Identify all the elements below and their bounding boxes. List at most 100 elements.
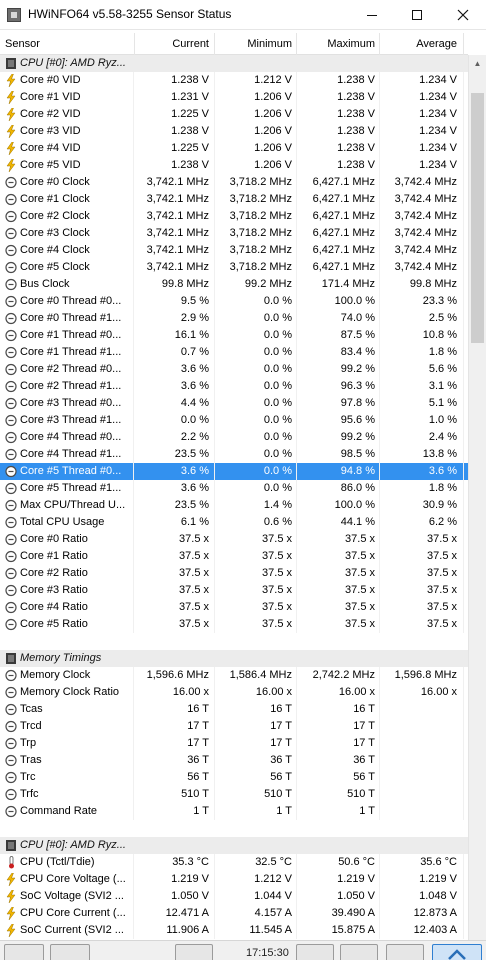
table-row[interactable]: Core #0 Ratio 37.5 x 37.5 x 37.5 x 37.5 x: [0, 531, 468, 548]
maximum-value: 94.8 %: [297, 463, 380, 480]
table-row[interactable]: Core #2 Ratio 37.5 x 37.5 x 37.5 x 37.5 x: [0, 565, 468, 582]
minimum-value: 1,586.4 MHz: [215, 667, 297, 684]
current-value: 3,742.1 MHz: [135, 208, 215, 225]
maximize-button[interactable]: [394, 0, 440, 30]
table-row[interactable]: Trc 56 T 56 T 56 T: [0, 769, 468, 786]
table-row[interactable]: Core #5 Ratio 37.5 x 37.5 x 37.5 x 37.5 x: [0, 616, 468, 633]
table-row[interactable]: Core #4 Thread #0... 2.2 % 0.0 % 99.2 % 2.4 …: [0, 429, 468, 446]
table-row[interactable]: Core #3 Clock 3,742.1 MHz 3,718.2 MHz 6,427…: [0, 225, 468, 242]
report-button[interactable]: [340, 944, 378, 960]
table-row[interactable]: Tras 36 T 36 T 36 T: [0, 752, 468, 769]
table-row[interactable]: Core #0 Thread #1... 2.9 % 0.0 % 74.0 % 2.5 …: [0, 310, 468, 327]
sensor-name: Core #2 Thread #0...: [20, 361, 134, 378]
current-value: 3.6 %: [135, 480, 215, 497]
maximum-value: 44.1 %: [297, 514, 380, 531]
current-value: 17 T: [135, 735, 215, 752]
sensor-name: Core #0 Clock: [20, 174, 134, 191]
average-value: 30.9 %: [380, 497, 464, 514]
network-button[interactable]: [175, 944, 213, 960]
table-row[interactable]: Core #3 Thread #0... 4.4 % 0.0 % 97.8 % 5.1 …: [0, 395, 468, 412]
close-sensors-button[interactable]: [432, 944, 482, 960]
scroll-up-arrow-icon[interactable]: ▲: [469, 55, 486, 72]
table-row[interactable]: Memory Clock Ratio 16.00 x 16.00 x 16.00 x1…: [0, 684, 468, 701]
clock-icon: [5, 567, 17, 580]
table-row[interactable]: Core #4 Thread #1... 23.5 % 0.0 % 98.5 % 13.…: [0, 446, 468, 463]
table-row[interactable]: Core #5 Thread #1... 3.6 % 0.0 % 86.0 % 1.8 …: [0, 480, 468, 497]
sensor-name: Core #1 Thread #0...: [20, 327, 134, 344]
table-row[interactable]: Command Rate 1 T1 T1 T: [0, 803, 468, 820]
table-row[interactable]: Core #1 Thread #1... 0.7 % 0.0 % 83.4 % 1.8 …: [0, 344, 468, 361]
sensor-name: Core #5 Thread #1...: [20, 480, 134, 497]
table-row-selected[interactable]: Core #5 Thread #0... 3.6 % 0.0 % 94.8 % 3.6 …: [0, 463, 468, 480]
average-value: 37.5 x: [380, 531, 464, 548]
minimum-value: 1.044 V: [215, 888, 297, 905]
table-row[interactable]: Core #5 Clock 3,742.1 MHz 3,718.2 MHz 6,427…: [0, 259, 468, 276]
average-value: 3.1 %: [380, 378, 464, 395]
sensor-group-header[interactable]: CPU [#0]: AMD Ryz...: [0, 837, 468, 854]
table-row[interactable]: SoC Current (SVI2 ... 11.906 A 11.545 A 15.…: [0, 922, 468, 939]
close-window-button[interactable]: [440, 0, 486, 30]
minimum-value: 1.4 %: [215, 497, 297, 514]
table-row[interactable]: Trcd 17 T 17 T 17 T: [0, 718, 468, 735]
maximum-value: 15.875 A: [297, 922, 380, 939]
sensor-name: Core #4 Thread #1...: [20, 446, 134, 463]
minimum-value: 11.545 A: [215, 922, 297, 939]
clock-reset-button[interactable]: [296, 944, 334, 960]
sensor-name: Core #0 Thread #1...: [20, 310, 134, 327]
table-row[interactable]: Core #5 VID 1.238 V 1.206 V 1.238 V 1.234 V: [0, 157, 468, 174]
table-row[interactable]: CPU Core Voltage (... 1.219 V 1.212 V 1.219…: [0, 871, 468, 888]
table-row[interactable]: Core #1 Ratio 37.5 x 37.5 x 37.5 x 37.5 x: [0, 548, 468, 565]
column-header-current[interactable]: Current: [135, 33, 215, 55]
maximum-value: 17 T: [297, 735, 380, 752]
scrollbar-thumb[interactable]: [471, 93, 484, 343]
table-row[interactable]: Core #4 VID 1.225 V 1.206 V 1.238 V 1.234 V: [0, 140, 468, 157]
sensor-name: CPU (Tctl/Tdie): [20, 854, 134, 871]
minimum-value: 4.157 A: [215, 905, 297, 922]
column-header-sensor[interactable]: Sensor: [0, 33, 135, 55]
navigate-left-button[interactable]: [4, 944, 44, 960]
minimize-button[interactable]: [349, 0, 395, 30]
table-row[interactable]: Core #0 VID 1.238 V 1.212 V 1.238 V 1.234 V: [0, 72, 468, 89]
table-row[interactable]: CPU Core Current (... 12.471 A 4.157 A 39.4…: [0, 905, 468, 922]
table-row[interactable]: Core #1 VID 1.231 V 1.206 V 1.238 V 1.234 V: [0, 89, 468, 106]
navigate-right-button[interactable]: [50, 944, 90, 960]
table-row[interactable]: Core #1 Clock 3,742.1 MHz 3,718.2 MHz 6,427…: [0, 191, 468, 208]
minimum-value: 0.0 %: [215, 361, 297, 378]
table-row[interactable]: Core #2 Thread #1... 3.6 % 0.0 % 96.3 % 3.1 …: [0, 378, 468, 395]
table-row[interactable]: Core #3 Ratio 37.5 x 37.5 x 37.5 x 37.5 x: [0, 582, 468, 599]
average-value: 5.6 %: [380, 361, 464, 378]
maximum-value: 1.238 V: [297, 106, 380, 123]
table-row[interactable]: Core #4 Clock 3,742.1 MHz 3,718.2 MHz 6,427…: [0, 242, 468, 259]
table-row[interactable]: Core #2 VID 1.225 V 1.206 V 1.238 V 1.234 V: [0, 106, 468, 123]
column-header-average[interactable]: Average: [380, 33, 464, 55]
column-header-maximum[interactable]: Maximum: [297, 33, 380, 55]
table-row[interactable]: Core #3 Thread #1... 0.0 % 0.0 % 95.6 % 1.0 …: [0, 412, 468, 429]
sensor-group-header[interactable]: Memory Timings: [0, 650, 468, 667]
current-value: 2.2 %: [135, 429, 215, 446]
column-header-minimum[interactable]: Minimum: [215, 33, 297, 55]
table-row[interactable]: Core #2 Clock 3,742.1 MHz 3,718.2 MHz 6,427…: [0, 208, 468, 225]
settings-button[interactable]: [386, 944, 424, 960]
clock-icon: [5, 295, 17, 308]
sensor-name: Core #1 Ratio: [20, 548, 134, 565]
table-row[interactable]: Core #4 Ratio 37.5 x 37.5 x 37.5 x 37.5 x: [0, 599, 468, 616]
table-row[interactable]: Core #0 Clock 3,742.1 MHz 3,718.2 MHz 6,427…: [0, 174, 468, 191]
table-row[interactable]: Total CPU Usage 6.1 % 0.6 % 44.1 % 6.2 %: [0, 514, 468, 531]
table-row[interactable]: CPU (Tctl/Tdie) 35.3 °C 32.5 °C 50.6 °C 35.6…: [0, 854, 468, 871]
table-row[interactable]: Trp 17 T 17 T 17 T: [0, 735, 468, 752]
table-row[interactable]: Memory Clock 1,596.6 MHz 1,586.4 MHz 2,742.…: [0, 667, 468, 684]
current-value: 36 T: [135, 752, 215, 769]
table-row[interactable]: Core #0 Thread #0... 9.5 % 0.0 % 100.0 % 23.…: [0, 293, 468, 310]
table-row[interactable]: Bus Clock 99.8 MHz 99.2 MHz 171.4 MHz 99.8 M…: [0, 276, 468, 293]
table-row[interactable]: Core #2 Thread #0... 3.6 % 0.0 % 99.2 % 5.6 …: [0, 361, 468, 378]
table-row[interactable]: Tcas 16 T 16 T 16 T: [0, 701, 468, 718]
table-row[interactable]: SoC Voltage (SVI2 ... 1.050 V 1.044 V 1.050…: [0, 888, 468, 905]
sensor-group-header[interactable]: CPU [#0]: AMD Ryz...: [0, 55, 468, 72]
vertical-scrollbar[interactable]: ▲: [468, 55, 486, 940]
table-row[interactable]: Core #1 Thread #0... 16.1 % 0.0 % 87.5 % 10.…: [0, 327, 468, 344]
current-value: 37.5 x: [135, 616, 215, 633]
table-row[interactable]: Trfc 510 T 510 T 510 T: [0, 786, 468, 803]
table-row[interactable]: Core #3 VID 1.238 V 1.206 V 1.238 V 1.234 V: [0, 123, 468, 140]
table-row[interactable]: Max CPU/Thread U... 23.5 % 1.4 % 100.0 % 30.…: [0, 497, 468, 514]
sensor-name: Tcas: [20, 701, 134, 718]
